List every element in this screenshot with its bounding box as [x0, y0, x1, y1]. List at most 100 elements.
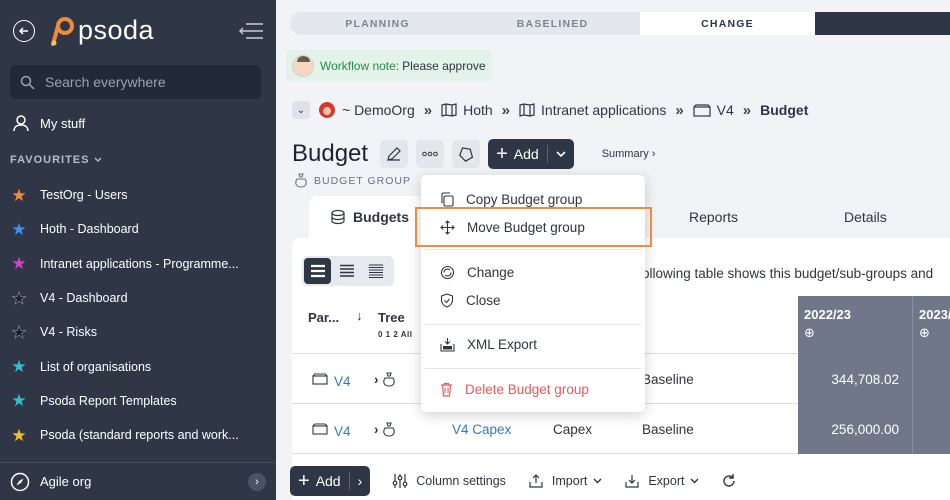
collapse-sidebar-icon[interactable]: [238, 21, 264, 41]
tab-budgets[interactable]: Budgets: [309, 196, 429, 238]
plus-icon: +: [298, 470, 310, 492]
star-icon: ★: [11, 322, 27, 342]
plus-icon: +: [496, 143, 508, 165]
tab-budgets-label: Budgets: [353, 209, 409, 225]
view-compact-button[interactable]: [304, 258, 332, 284]
breadcrumb-toggle[interactable]: ⌄: [292, 101, 310, 119]
import-icon: [529, 474, 543, 488]
psoda-logo[interactable]: psoda: [50, 14, 154, 46]
money-bag-icon: [382, 421, 395, 437]
delete-label: Delete Budget group: [465, 381, 589, 397]
tag-icon: [459, 147, 474, 162]
summary-link[interactable]: Summary ›: [602, 148, 656, 160]
money-bag-icon: [382, 371, 395, 387]
favourite-item[interactable]: ★ TestOrg - Users: [10, 178, 266, 212]
chevron-down-icon: [556, 150, 566, 157]
export-button[interactable]: Export: [624, 473, 699, 489]
star-icon: ★: [11, 425, 27, 445]
favourite-item[interactable]: ★ V4 - Risks: [10, 315, 266, 349]
add-button[interactable]: + Add: [488, 139, 574, 169]
search-input[interactable]: [45, 74, 245, 90]
breadcrumb-item[interactable]: V4: [693, 102, 734, 118]
logo-text: psoda: [78, 14, 155, 45]
project-icon: [312, 423, 328, 435]
breadcrumb-org[interactable]: ~ DemoOrg: [318, 101, 415, 119]
change-item[interactable]: Change: [421, 260, 645, 284]
column-settings-button[interactable]: Column settings: [392, 473, 506, 489]
favourites-header[interactable]: FAVOURITES: [10, 154, 102, 166]
favourite-item[interactable]: ★ Psoda (standard reports and work...: [10, 418, 266, 452]
expand-icon[interactable]: ›: [374, 372, 379, 387]
sidebar: psoda My stuff FAVOURITES ★ TestOrg - Use…: [0, 0, 276, 500]
my-stuff-label: My stuff: [40, 115, 86, 131]
view-dense-button[interactable]: [363, 258, 390, 284]
breadcrumb-current: Budget: [760, 102, 809, 118]
breadcrumb-org-label: ~ DemoOrg: [342, 102, 415, 118]
status-cell: Baseline: [642, 421, 694, 437]
xml-export-item[interactable]: XML Export: [421, 332, 645, 356]
phase-change[interactable]: CHANGE: [640, 12, 815, 35]
trash-icon: [441, 382, 452, 397]
tree-levels[interactable]: 0 1 2 All: [378, 330, 412, 339]
add-button-label: Add: [513, 146, 539, 162]
star-icon: ★: [11, 288, 27, 308]
expand-icon[interactable]: ›: [374, 422, 379, 437]
title-row: Budget + Add Summary ›: [292, 139, 655, 169]
more-icon: [422, 151, 438, 157]
year-label: 2023/: [919, 307, 950, 322]
favourite-item[interactable]: ★ Hoth - Dashboard: [10, 212, 266, 246]
tab-reports[interactable]: Reports: [689, 196, 738, 238]
breadcrumb-item[interactable]: Intranet applications: [519, 102, 666, 118]
breadcrumb-separator: »: [742, 101, 752, 119]
favourites-label: FAVOURITES: [10, 154, 90, 166]
import-label: Import: [551, 474, 588, 488]
workflow-note[interactable]: Workflow note: Please approve: [286, 50, 492, 81]
expand-year-icon[interactable]: ⊕: [804, 325, 815, 341]
star-icon: ★: [11, 219, 27, 239]
column-settings-label: Column settings: [416, 474, 506, 488]
footer-add-button[interactable]: + Add ›: [290, 466, 371, 496]
chevron-down-icon: [690, 478, 699, 484]
more-button[interactable]: [416, 140, 445, 168]
coins-icon: [331, 209, 345, 225]
highlight-box: [415, 207, 652, 247]
refresh-button[interactable]: [721, 473, 745, 489]
phase-next[interactable]: [815, 12, 950, 35]
shield-check-icon: [440, 292, 454, 308]
phase-baselined[interactable]: BASELINED: [465, 12, 640, 35]
workflow-note-label: Workflow note:: [320, 58, 400, 73]
back-icon[interactable]: [13, 20, 35, 42]
xml-export-label: XML Export: [467, 336, 538, 352]
par-link[interactable]: V4: [334, 424, 351, 439]
column-header-tree[interactable]: Tree: [378, 310, 405, 325]
import-button[interactable]: Import: [528, 473, 602, 489]
phase-planning[interactable]: PLANNING: [290, 12, 465, 35]
table-footer: + Add › Column settings Import Export: [290, 466, 745, 496]
favourite-item[interactable]: ★ List of organisations: [10, 349, 266, 383]
my-stuff-link[interactable]: My stuff: [12, 114, 85, 132]
pencil-icon: [387, 147, 401, 161]
page-subtitle: BUDGET GROUP: [294, 173, 411, 188]
expand-year-icon[interactable]: ⊕: [919, 325, 930, 341]
page-title: Budget: [292, 140, 369, 167]
tab-details[interactable]: Details: [844, 196, 887, 238]
chevron-right-icon[interactable]: ›: [248, 472, 266, 491]
view-normal-button[interactable]: [333, 258, 360, 284]
par-link[interactable]: V4: [334, 374, 351, 389]
list-icon: [339, 264, 354, 277]
favourite-item[interactable]: ★ Psoda Report Templates: [10, 384, 266, 418]
close-item[interactable]: Close: [421, 288, 645, 312]
favourite-item[interactable]: ★ V4 - Dashboard: [10, 281, 266, 315]
tag-button[interactable]: [452, 140, 481, 168]
org-switcher[interactable]: Agile org ›: [0, 462, 276, 500]
sort-arrow-icon[interactable]: ↓: [356, 308, 363, 323]
delete-budget-group-item[interactable]: Delete Budget group: [421, 377, 645, 401]
view-toggle: [302, 256, 394, 286]
workflow-note-text: Please approve: [402, 58, 486, 73]
breadcrumb-item[interactable]: Hoth: [441, 102, 493, 118]
subtitle-label: BUDGET GROUP: [314, 174, 411, 187]
favourite-item[interactable]: ★ Intranet applications - Programme...: [10, 247, 266, 281]
column-header-par[interactable]: Par...: [308, 310, 339, 325]
edit-button[interactable]: [380, 140, 409, 168]
favourite-label: TestOrg - Users: [40, 188, 128, 203]
